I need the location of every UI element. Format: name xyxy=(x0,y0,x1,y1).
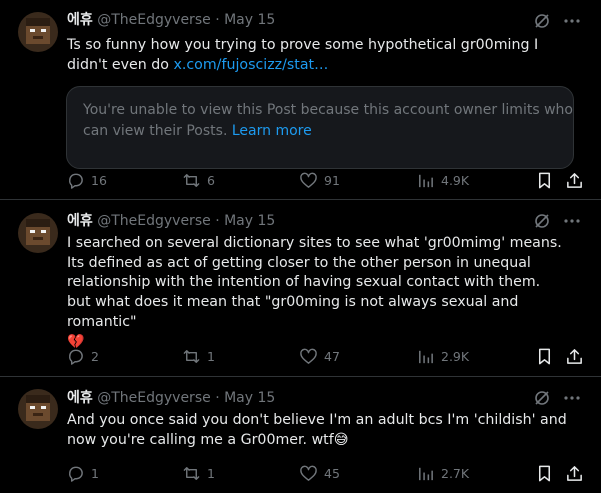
tweet-text: Ts so funny how you trying to prove some… xyxy=(67,36,577,75)
quoted-post-unavailable[interactable]: You're unable to view this Post because … xyxy=(66,86,574,169)
tweet-text-content: And you once said you don't believe I'm … xyxy=(67,412,567,448)
tweet-actions: 16 6 91 4.9K xyxy=(66,170,586,190)
tweet-text: And you once said you don't believe I'm … xyxy=(67,411,577,450)
bookmark-icon xyxy=(538,465,551,481)
tweet-header: 에휴 @TheEdgyverse · May 15 xyxy=(67,11,275,29)
grok-icon[interactable] xyxy=(533,389,551,407)
views-button[interactable]: 4.9K xyxy=(416,170,469,190)
share-button[interactable] xyxy=(565,170,584,190)
quote-unavailable-text: You're unable to view this Post because … xyxy=(83,102,573,139)
avatar[interactable] xyxy=(18,389,58,429)
separator-dot: · xyxy=(215,213,220,229)
reply-icon xyxy=(69,349,83,365)
reply-icon xyxy=(69,466,83,482)
like-button[interactable]: 91 xyxy=(299,170,340,190)
views-icon xyxy=(419,467,433,480)
heart-icon xyxy=(300,465,317,481)
tweet-text: I searched on several dictionary sites t… xyxy=(67,234,577,352)
heart-icon xyxy=(300,348,317,364)
like-button[interactable]: 47 xyxy=(299,346,340,366)
like-button[interactable]: 45 xyxy=(299,463,340,483)
tweet-top-icons xyxy=(533,389,581,407)
view-count: 2.9K xyxy=(441,348,470,364)
tweet-top-icons xyxy=(533,212,581,230)
tweet-text-paragraph-2: but what does it mean that "gr00ming is … xyxy=(67,294,519,330)
reply-count: 1 xyxy=(91,465,99,481)
author-handle[interactable]: @TheEdgyverse xyxy=(97,213,211,229)
tweet-1[interactable]: 에휴 @TheEdgyverse · May 15 Ts so funny ho… xyxy=(0,0,601,200)
bookmark-icon xyxy=(538,172,551,188)
tweet-top-icons xyxy=(533,12,581,30)
share-button[interactable] xyxy=(565,346,584,366)
view-count: 4.9K xyxy=(441,172,470,188)
post-date[interactable]: May 15 xyxy=(224,12,275,28)
avatar[interactable] xyxy=(18,213,58,253)
separator-dot: · xyxy=(215,12,220,28)
views-button[interactable]: 2.9K xyxy=(416,346,469,366)
author-handle[interactable]: @TheEdgyverse xyxy=(97,390,211,406)
post-date[interactable]: May 15 xyxy=(224,213,275,229)
view-count: 2.7K xyxy=(441,465,470,481)
tweet-actions: 1 1 45 2.7K xyxy=(66,463,586,483)
tweet-link[interactable]: x.com/fujoscizz/stat… xyxy=(173,57,328,73)
heart-icon xyxy=(300,172,317,188)
tweet-header: 에휴 @TheEdgyverse · May 15 xyxy=(67,212,275,230)
avatar-image xyxy=(18,12,58,52)
learn-more-link[interactable]: Learn more xyxy=(232,123,312,139)
sweat-smile-emoji: 😅 xyxy=(333,431,349,448)
repost-button[interactable]: 6 xyxy=(182,170,215,190)
repost-count: 6 xyxy=(207,172,215,188)
reply-count: 2 xyxy=(91,348,99,364)
repost-icon xyxy=(183,349,200,363)
like-count: 47 xyxy=(324,348,340,364)
reply-button[interactable]: 2 xyxy=(66,346,99,366)
separator-dot: · xyxy=(215,390,220,406)
share-button[interactable] xyxy=(565,463,584,483)
tweet-2[interactable]: 에휴 @TheEdgyverse · May 15 I searched on … xyxy=(0,200,601,376)
reply-button[interactable]: 1 xyxy=(66,463,99,483)
more-icon[interactable] xyxy=(563,212,581,230)
repost-count: 1 xyxy=(207,348,215,364)
share-icon xyxy=(567,172,582,188)
repost-button[interactable]: 1 xyxy=(182,346,215,366)
author-name[interactable]: 에휴 xyxy=(67,390,93,406)
reply-count: 16 xyxy=(91,172,107,188)
views-icon xyxy=(419,174,433,187)
author-name[interactable]: 에휴 xyxy=(67,213,93,229)
avatar-image xyxy=(18,389,58,429)
reply-button[interactable]: 16 xyxy=(66,170,107,190)
author-name[interactable]: 에휴 xyxy=(67,12,93,28)
bookmark-icon xyxy=(538,348,551,364)
like-count: 45 xyxy=(324,465,340,481)
repost-count: 1 xyxy=(207,465,215,481)
repost-icon xyxy=(183,466,200,480)
author-handle[interactable]: @TheEdgyverse xyxy=(97,12,211,28)
repost-icon xyxy=(183,173,200,187)
grok-icon[interactable] xyxy=(533,212,551,230)
bookmark-button[interactable] xyxy=(535,346,554,366)
post-date[interactable]: May 15 xyxy=(224,390,275,406)
views-button[interactable]: 2.7K xyxy=(416,463,469,483)
avatar-image xyxy=(18,213,58,253)
views-icon xyxy=(419,350,433,363)
bookmark-button[interactable] xyxy=(535,170,554,190)
bookmark-button[interactable] xyxy=(535,463,554,483)
grok-icon[interactable] xyxy=(533,12,551,30)
tweet-3[interactable]: 에휴 @TheEdgyverse · May 15 And you once s… xyxy=(0,377,601,493)
avatar[interactable] xyxy=(18,12,58,52)
more-icon[interactable] xyxy=(563,389,581,407)
tweet-header: 에휴 @TheEdgyverse · May 15 xyxy=(67,389,275,407)
tweet-text-paragraph-1: I searched on several dictionary sites t… xyxy=(67,235,562,291)
share-icon xyxy=(567,465,582,481)
repost-button[interactable]: 1 xyxy=(182,463,215,483)
like-count: 91 xyxy=(324,172,340,188)
tweet-actions: 2 1 47 2.9K xyxy=(66,346,586,366)
more-icon[interactable] xyxy=(563,12,581,30)
reply-icon xyxy=(69,173,83,189)
share-icon xyxy=(567,348,582,364)
